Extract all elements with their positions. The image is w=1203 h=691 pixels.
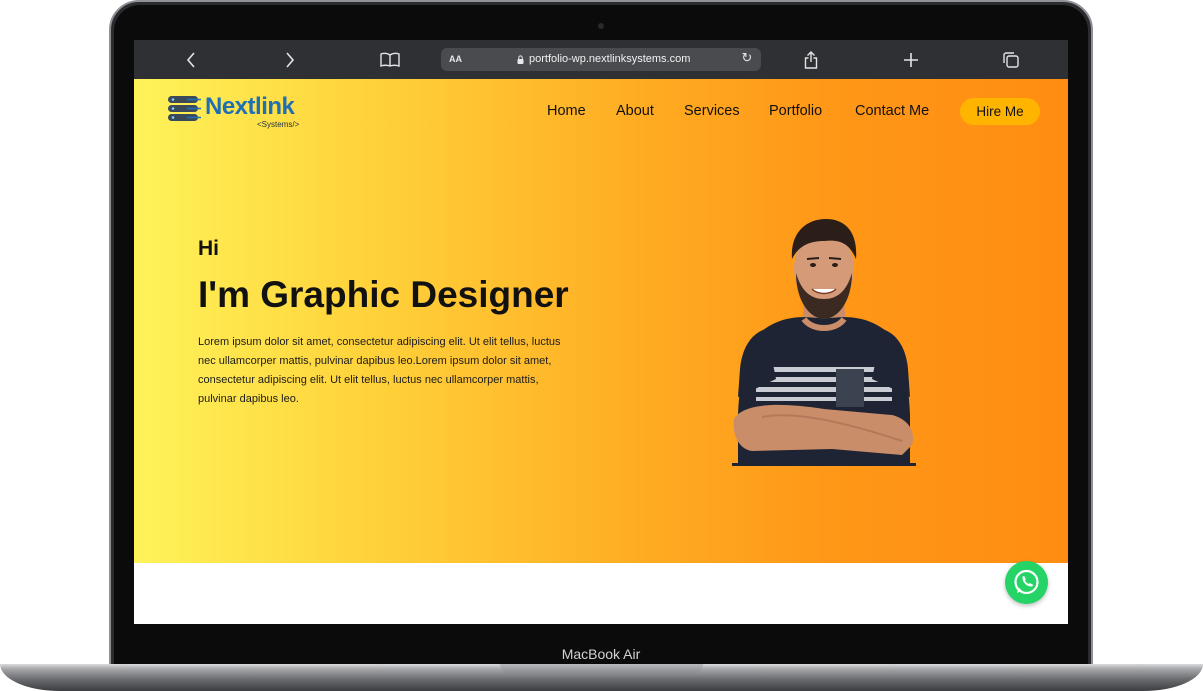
share-icon[interactable] [799,49,823,70]
url-text[interactable]: portfolio-wp.nextlinksystems.com [529,48,690,71]
tabs-icon[interactable] [999,49,1023,70]
reload-icon[interactable]: ↻ [739,51,755,67]
logo-name: Nextlink [205,93,295,120]
reader-aa-button[interactable]: AA [449,48,462,71]
nav-services[interactable]: Services [684,101,740,121]
hero-title: I'm Graphic Designer [198,274,569,315]
lock-icon [517,55,524,64]
hero-section: Nextlink <Systems/> Home About Services … [134,79,1068,563]
webcam [598,23,604,29]
address-bar[interactable]: AA portfolio-wp.nextlinksystems.com ↻ [441,48,761,71]
site-logo[interactable]: Nextlink <Systems/> [167,93,312,129]
nav-home[interactable]: Home [547,101,586,121]
logo-subtitle: <Systems/> [257,120,300,129]
nav-portfolio[interactable]: Portfolio [769,101,822,121]
profile-photo [732,219,916,466]
hero-greeting: Hi [198,237,219,260]
hire-me-button[interactable]: Hire Me [960,98,1040,125]
nav-contact[interactable]: Contact Me [855,101,929,121]
book-icon[interactable] [378,49,402,70]
device-label: MacBook Air [561,646,641,662]
whatsapp-icon[interactable] [1005,561,1048,604]
hero-description: Lorem ipsum dolor sit amet, consectetur … [198,336,561,405]
browser-toolbar: AA portfolio-wp.nextlinksystems.com ↻ [134,40,1068,79]
laptop-notch [500,664,703,673]
nav-about[interactable]: About [616,101,654,121]
screen: AA portfolio-wp.nextlinksystems.com ↻ Ne… [134,40,1068,624]
server-stack-icon [168,96,201,121]
chevron-right-icon[interactable] [278,49,302,70]
chevron-left-icon[interactable] [179,49,203,70]
plus-icon[interactable] [899,49,923,70]
